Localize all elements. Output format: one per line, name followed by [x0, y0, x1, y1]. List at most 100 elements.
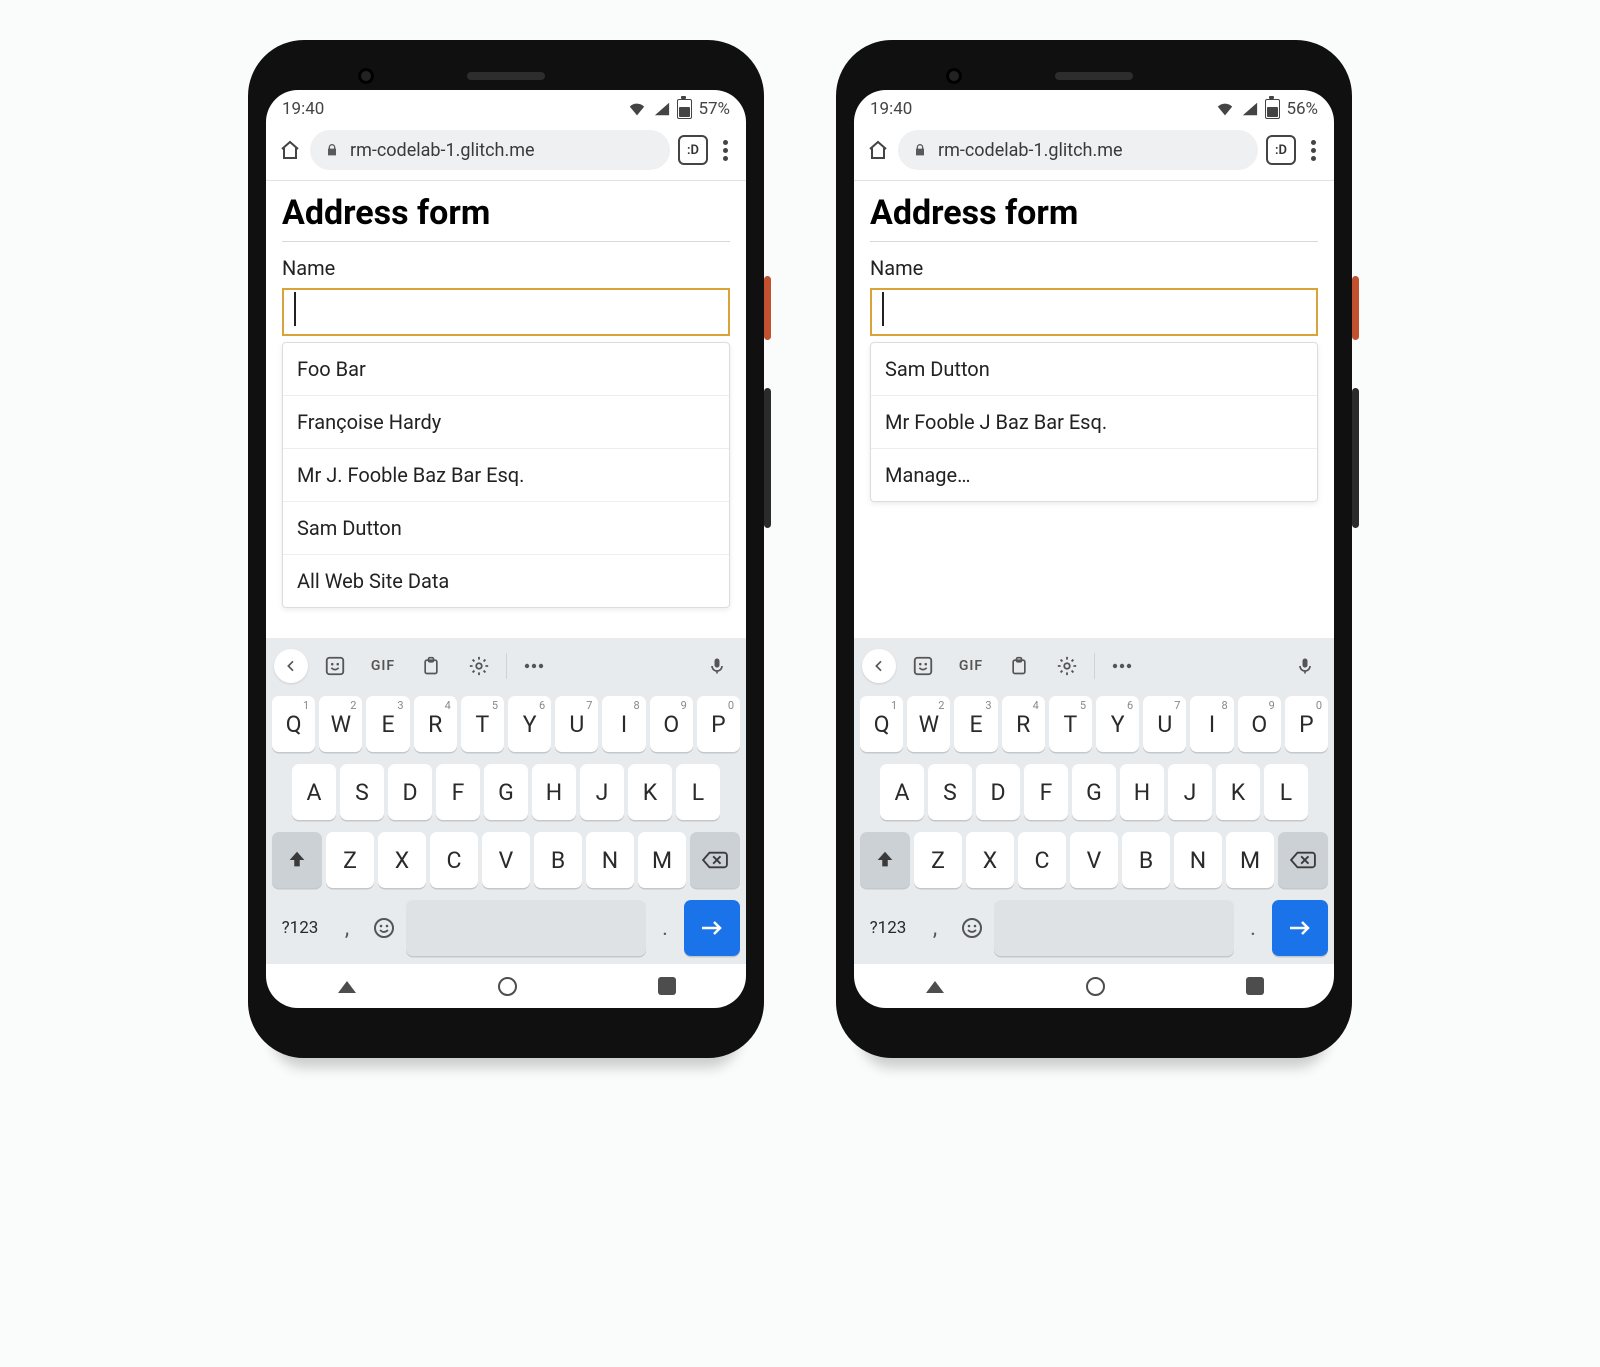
key-G[interactable]: G [1072, 764, 1116, 820]
backspace-key[interactable] [1278, 832, 1328, 888]
emoji-key[interactable] [954, 900, 990, 956]
key-Y[interactable]: Y6 [508, 696, 551, 752]
period-key[interactable]: . [650, 900, 680, 956]
autofill-suggestion[interactable]: Sam Dutton [283, 501, 729, 554]
nav-back-icon[interactable] [336, 977, 358, 995]
name-input[interactable] [870, 288, 1318, 336]
key-W[interactable]: W2 [907, 696, 950, 752]
kb-collapse-icon[interactable] [862, 649, 896, 683]
autofill-suggestion[interactable]: All Web Site Data [283, 554, 729, 607]
nav-home-icon[interactable] [1086, 977, 1105, 996]
key-E[interactable]: E3 [366, 696, 409, 752]
key-U[interactable]: U7 [1143, 696, 1186, 752]
key-C[interactable]: C [430, 832, 478, 888]
key-S[interactable]: S [928, 764, 972, 820]
key-N[interactable]: N [1174, 832, 1222, 888]
shift-key[interactable] [860, 832, 910, 888]
key-Q[interactable]: Q1 [272, 696, 315, 752]
backspace-key[interactable] [690, 832, 740, 888]
key-X[interactable]: X [378, 832, 426, 888]
autofill-suggestion[interactable]: Manage… [871, 448, 1317, 501]
comma-key[interactable]: , [920, 900, 950, 956]
name-input[interactable] [282, 288, 730, 336]
key-H[interactable]: H [1120, 764, 1164, 820]
enter-key[interactable] [1272, 900, 1328, 956]
more-icon[interactable] [513, 648, 555, 684]
key-M[interactable]: M [638, 832, 686, 888]
key-J[interactable]: J [1168, 764, 1212, 820]
key-N[interactable]: N [586, 832, 634, 888]
key-K[interactable]: K [1216, 764, 1260, 820]
key-H[interactable]: H [532, 764, 576, 820]
key-O[interactable]: O9 [650, 696, 693, 752]
nav-back-icon[interactable] [924, 977, 946, 995]
gif-button[interactable]: GIF [950, 648, 992, 684]
space-key[interactable] [994, 900, 1234, 956]
key-X[interactable]: X [966, 832, 1014, 888]
mic-icon[interactable] [696, 648, 738, 684]
sticker-icon[interactable] [314, 648, 356, 684]
key-S[interactable]: S [340, 764, 384, 820]
autofill-suggestion[interactable]: Foo Bar [283, 343, 729, 395]
url-bar[interactable]: rm-codelab-1.glitch.me [310, 130, 670, 170]
key-O[interactable]: O9 [1238, 696, 1281, 752]
clipboard-icon[interactable] [998, 648, 1040, 684]
key-V[interactable]: V [1070, 832, 1118, 888]
key-W[interactable]: W2 [319, 696, 362, 752]
key-J[interactable]: J [580, 764, 624, 820]
key-A[interactable]: A [880, 764, 924, 820]
key-V[interactable]: V [482, 832, 530, 888]
space-key[interactable] [406, 900, 646, 956]
key-D[interactable]: D [388, 764, 432, 820]
key-L[interactable]: L [1264, 764, 1308, 820]
key-F[interactable]: F [436, 764, 480, 820]
symbols-key[interactable]: ?123 [860, 900, 916, 956]
home-icon[interactable] [278, 138, 302, 162]
key-L[interactable]: L [676, 764, 720, 820]
key-Q[interactable]: Q1 [860, 696, 903, 752]
key-Z[interactable]: Z [326, 832, 374, 888]
key-B[interactable]: B [534, 832, 582, 888]
shift-key[interactable] [272, 832, 322, 888]
key-P[interactable]: P0 [1285, 696, 1328, 752]
key-I[interactable]: I8 [602, 696, 645, 752]
gif-button[interactable]: GIF [362, 648, 404, 684]
home-icon[interactable] [866, 138, 890, 162]
symbols-key[interactable]: ?123 [272, 900, 328, 956]
autofill-suggestion[interactable]: Mr Fooble J Baz Bar Esq. [871, 395, 1317, 448]
sticker-icon[interactable] [902, 648, 944, 684]
emoji-key[interactable] [366, 900, 402, 956]
autofill-suggestion[interactable]: Françoise Hardy [283, 395, 729, 448]
key-F[interactable]: F [1024, 764, 1068, 820]
key-G[interactable]: G [484, 764, 528, 820]
overflow-menu-icon[interactable] [1304, 140, 1322, 161]
key-M[interactable]: M [1226, 832, 1274, 888]
comma-key[interactable]: , [332, 900, 362, 956]
key-I[interactable]: I8 [1190, 696, 1233, 752]
key-B[interactable]: B [1122, 832, 1170, 888]
mic-icon[interactable] [1284, 648, 1326, 684]
key-A[interactable]: A [292, 764, 336, 820]
key-K[interactable]: K [628, 764, 672, 820]
autofill-suggestion[interactable]: Sam Dutton [871, 343, 1317, 395]
key-P[interactable]: P0 [697, 696, 740, 752]
more-icon[interactable] [1101, 648, 1143, 684]
key-R[interactable]: R4 [414, 696, 457, 752]
enter-key[interactable] [684, 900, 740, 956]
autofill-suggestion[interactable]: Mr J. Fooble Baz Bar Esq. [283, 448, 729, 501]
key-U[interactable]: U7 [555, 696, 598, 752]
settings-icon[interactable] [1046, 648, 1088, 684]
key-T[interactable]: T5 [1049, 696, 1092, 752]
key-E[interactable]: E3 [954, 696, 997, 752]
key-Y[interactable]: Y6 [1096, 696, 1139, 752]
kb-collapse-icon[interactable] [274, 649, 308, 683]
key-D[interactable]: D [976, 764, 1020, 820]
key-R[interactable]: R4 [1002, 696, 1045, 752]
key-Z[interactable]: Z [914, 832, 962, 888]
clipboard-icon[interactable] [410, 648, 452, 684]
overflow-menu-icon[interactable] [716, 140, 734, 161]
nav-home-icon[interactable] [498, 977, 517, 996]
key-T[interactable]: T5 [461, 696, 504, 752]
settings-icon[interactable] [458, 648, 500, 684]
tabs-button[interactable]: :D [678, 135, 708, 165]
